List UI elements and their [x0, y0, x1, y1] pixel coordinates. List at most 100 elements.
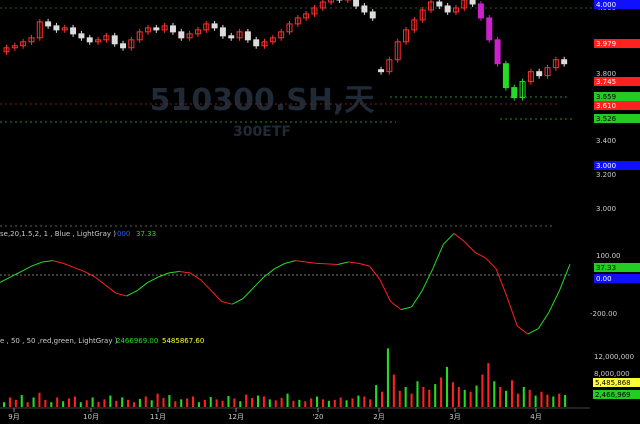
volume-tag: 2,466,969 — [595, 391, 631, 399]
price-tag-top: 4.000 — [596, 1, 616, 9]
price-tick: 3.800 — [596, 70, 616, 78]
candle-body — [53, 25, 60, 31]
volume-bar — [327, 400, 330, 407]
volume-bar — [398, 390, 401, 407]
volume-bar — [422, 386, 425, 407]
volume-bar — [510, 380, 514, 407]
volume-bar — [333, 399, 336, 407]
candle-body — [228, 35, 235, 39]
candle-body — [211, 23, 218, 29]
volume-bar — [292, 400, 295, 407]
volume-bar — [209, 396, 212, 407]
watermark-symbol: 510300.SH,天 — [150, 83, 375, 118]
volume-bar — [156, 393, 159, 407]
volume-bar — [434, 384, 437, 407]
volume-bar — [505, 390, 508, 407]
oscillator-segment — [316, 262, 328, 265]
oscillator-tag: 37.33 — [596, 264, 616, 272]
price-tick: 3.200 — [596, 171, 616, 179]
price-tick: 3.400 — [596, 137, 616, 145]
candle-body — [353, 0, 360, 7]
oscillator-tick: -200.00 — [590, 310, 617, 318]
volume-bar — [357, 395, 360, 407]
volume-bar — [138, 398, 141, 407]
volume-bar — [79, 402, 82, 407]
volume-bar — [528, 389, 531, 407]
volume-bar — [321, 399, 325, 407]
volume-bar — [392, 374, 395, 407]
volume-bar — [345, 400, 348, 407]
volume-bar — [256, 395, 260, 407]
volume-bar — [26, 402, 29, 407]
volume-bar — [481, 374, 484, 407]
candle-body — [178, 31, 185, 39]
time-axis-label: '20 — [313, 413, 324, 421]
price-tag: 3.526 — [596, 115, 617, 123]
volume-bar — [109, 395, 112, 407]
volume-bar — [363, 396, 366, 407]
volume-bar — [316, 396, 319, 407]
oscillator-label: se,20,1.5,2, 1 , Blue , LightGray ) — [0, 230, 116, 238]
volume-tick: 8,000,000 — [594, 370, 630, 378]
volume-bar — [516, 393, 519, 407]
volume-bar — [262, 396, 265, 407]
volume-bar — [310, 398, 313, 407]
volume-bar — [457, 386, 460, 407]
volume-value-b: 5485867.60 — [162, 337, 204, 345]
volume-bar — [132, 402, 136, 407]
volume-bar — [97, 401, 100, 407]
candle-body — [469, 0, 476, 5]
volume-bar — [180, 399, 183, 407]
time-axis-label: 12月 — [228, 413, 244, 421]
volume-bar — [386, 348, 389, 407]
candle-body — [253, 39, 260, 47]
candle-body — [244, 31, 251, 41]
volume-bar — [546, 394, 549, 407]
volume-bar — [451, 382, 454, 407]
candle-body — [436, 1, 443, 7]
volume-bar — [552, 396, 555, 407]
time-axis-label: 9月 — [8, 413, 19, 421]
volume-bar — [440, 377, 443, 407]
volume-bar — [268, 399, 271, 407]
oscillator-tag: 0.00 — [596, 275, 612, 283]
candle-body — [536, 71, 543, 77]
oscillator-tick: 100.00 — [596, 252, 621, 260]
volume-tag: 5,485,868 — [595, 379, 631, 387]
volume-bar — [174, 401, 177, 407]
volume-bar — [239, 401, 242, 407]
volume-bar — [286, 393, 289, 407]
volume-bar — [274, 400, 277, 407]
volume-bar — [493, 381, 496, 407]
volume-bar — [564, 395, 567, 407]
volume-bar — [245, 394, 248, 407]
volume-bar — [85, 400, 88, 407]
volume-bar — [339, 397, 342, 407]
watermark-name: 300ETF — [233, 124, 291, 140]
volume-bar — [215, 399, 218, 407]
candle-body — [444, 5, 451, 13]
volume-bar — [168, 395, 171, 407]
volume-bar — [522, 386, 525, 407]
volume-bar — [197, 402, 200, 407]
volume-bar — [203, 399, 206, 407]
volume-bar — [558, 393, 561, 407]
volume-bar — [233, 398, 236, 407]
volume-bar — [540, 391, 543, 407]
volume-bar — [463, 389, 466, 407]
volume-bar — [280, 397, 283, 407]
candle-body — [378, 69, 385, 73]
volume-bar — [469, 391, 472, 407]
volume-bar — [20, 395, 23, 407]
price-tag: 3.979 — [596, 40, 616, 48]
candle-body — [486, 17, 493, 41]
price-tag: 3.659 — [596, 93, 616, 101]
candle-body — [477, 3, 484, 19]
volume-bar — [475, 385, 478, 407]
candle-body — [369, 11, 376, 19]
volume-bar — [416, 381, 419, 407]
time-axis-label: 11月 — [150, 413, 166, 421]
candle-body — [111, 35, 118, 45]
price-tag: 3.000 — [596, 162, 616, 170]
time-axis-label: 10月 — [83, 413, 99, 421]
